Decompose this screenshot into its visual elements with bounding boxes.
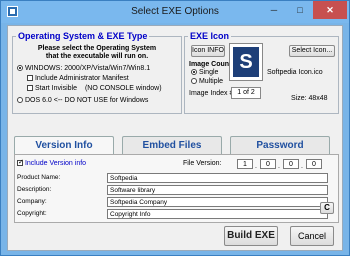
single-radio-label: Single xyxy=(198,69,219,76)
start-invisible-label: Start Invisible xyxy=(34,85,77,92)
copyright-field[interactable]: Copyright Info xyxy=(107,209,328,219)
icon-size: Size: 48x48 xyxy=(291,95,328,102)
no-console-note: (NO CONSOLE window) xyxy=(84,85,162,92)
file-version-minor[interactable]: 0 xyxy=(260,159,276,169)
multiple-radio-dot[interactable] xyxy=(191,78,197,85)
dos-radio[interactable]: DOS 6.0 <-- DO NOT USE for Windows xyxy=(17,97,148,104)
single-radio[interactable]: Single xyxy=(191,69,218,76)
copyright-symbol-button[interactable]: C xyxy=(320,202,334,214)
start-invisible-box[interactable] xyxy=(27,85,33,92)
icon-filename: Softpedia Icon.ico xyxy=(267,69,323,76)
admin-manifest-box[interactable] xyxy=(27,75,33,82)
version-separator: . xyxy=(255,163,257,170)
single-radio-dot[interactable] xyxy=(191,69,197,76)
icon-group-title: EXE Icon xyxy=(188,31,232,41)
image-index-label: Image Index # xyxy=(189,90,234,97)
tab-version-info[interactable]: Version Info xyxy=(14,136,114,155)
close-button[interactable]: ✕ xyxy=(313,1,347,19)
os-group-title: Operating System & EXE Type xyxy=(16,31,150,41)
version-info-panel: Include Version info File Version: 1 . 0… xyxy=(14,154,339,223)
admin-manifest-label: Include Administrator Manifest xyxy=(34,75,129,82)
description-field[interactable]: Software library xyxy=(107,185,328,195)
select-icon-button[interactable]: Select Icon... xyxy=(289,45,335,57)
dialog-window: Select EXE Options ─ □ ✕ Operating Syste… xyxy=(0,0,350,256)
multiple-radio-label: Multiple xyxy=(198,78,224,85)
os-instruction-1: Please select the Operating System xyxy=(37,45,157,52)
build-exe-button[interactable]: Build EXE xyxy=(224,226,278,246)
windows-radio-dot[interactable] xyxy=(17,65,23,72)
windows-radio[interactable]: WINDOWS: 2000/XP/Vista/Win7/Win8.1 xyxy=(17,65,150,72)
minimize-button[interactable]: ─ xyxy=(261,1,287,19)
dialog-body: Operating System & EXE Type Please selec… xyxy=(7,25,343,251)
title-bar[interactable]: Select EXE Options ─ □ ✕ xyxy=(1,1,349,23)
os-instruction-2: that the executable will run on. xyxy=(45,53,149,60)
os-group: Operating System & EXE Type Please selec… xyxy=(12,31,182,114)
company-field[interactable]: Softpedia Company xyxy=(107,197,328,207)
maximize-button[interactable]: □ xyxy=(287,1,313,19)
windows-radio-label: WINDOWS: 2000/XP/Vista/Win7/Win8.1 xyxy=(24,65,151,72)
file-version-revision[interactable]: 0 xyxy=(306,159,322,169)
start-invisible-checkbox[interactable]: Start Invisible (NO CONSOLE window) xyxy=(27,85,162,92)
tab-password[interactable]: Password xyxy=(230,136,330,154)
file-version-label: File Version: xyxy=(183,160,222,167)
include-version-checkbox[interactable]: Include Version info xyxy=(17,158,87,167)
version-separator: . xyxy=(278,163,280,170)
admin-manifest-checkbox[interactable]: Include Administrator Manifest xyxy=(27,75,129,82)
include-version-box[interactable] xyxy=(17,158,24,167)
description-label: Description: xyxy=(17,186,52,193)
dos-radio-dot[interactable] xyxy=(17,97,23,104)
product-name-label: Product Name: xyxy=(17,174,61,181)
company-label: Company: xyxy=(17,198,47,205)
image-index-stepper[interactable]: 1 of 2 xyxy=(231,87,261,99)
file-version-build[interactable]: 0 xyxy=(283,159,299,169)
icon-preview: S xyxy=(233,47,259,77)
multiple-radio[interactable]: Multiple xyxy=(191,78,223,85)
icon-group: EXE Icon Icon INFO Image Count Single Mu… xyxy=(184,31,339,114)
file-version-major[interactable]: 1 xyxy=(237,159,253,169)
tab-embed-files[interactable]: Embed Files xyxy=(122,136,222,154)
icon-info-button[interactable]: Icon INFO xyxy=(191,45,225,57)
dos-radio-label: DOS 6.0 <-- DO NOT USE for Windows xyxy=(24,97,149,104)
icon-preview-frame: S xyxy=(229,43,263,81)
image-count-label: Image Count xyxy=(189,61,232,68)
product-name-field[interactable]: Softpedia xyxy=(107,173,328,183)
cancel-button[interactable]: Cancel xyxy=(290,226,334,246)
include-version-label: Include Version info xyxy=(24,160,87,167)
version-separator: . xyxy=(301,163,303,170)
copyright-label: Copyright: xyxy=(17,210,47,217)
